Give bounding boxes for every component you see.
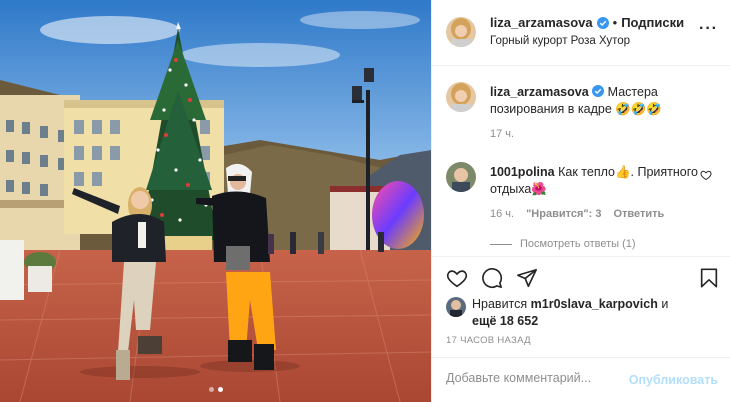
separator-dot: • (612, 15, 618, 30)
comment-meta: 16 ч. "Нравится": 3 Ответить (490, 208, 664, 220)
send-icon[interactable] (516, 267, 538, 289)
following-button[interactable]: Подписки (621, 15, 684, 30)
verified-badge-icon (592, 85, 605, 97)
add-comment-bar: Опубликовать (432, 357, 730, 402)
comment-like-heart-icon[interactable] (700, 169, 712, 181)
post-image (0, 0, 431, 402)
reply-button[interactable]: Ответить (613, 208, 664, 220)
comment-time[interactable]: 16 ч. (490, 208, 514, 220)
post-header: liza_arzamasova • Подписки Горный курорт… (432, 0, 730, 66)
caption-body: liza_arzamasova Мастера позирования в ка… (490, 84, 716, 118)
instagram-post: liza_arzamasova • Подписки Горный курорт… (0, 0, 730, 402)
comment-input[interactable] (446, 371, 626, 385)
likes-and: и (661, 297, 669, 311)
likes-prefix: Нравится (472, 297, 528, 311)
comment-body: 1001polina Как тепло👍. Приятного отдыха🌺 (490, 164, 716, 198)
comment-likes[interactable]: "Нравится": 3 (526, 208, 601, 220)
more-horizontal-icon[interactable]: ··· (699, 21, 718, 37)
caption-meta: 17 ч. (490, 128, 514, 140)
author-username[interactable]: liza_arzamasova (490, 15, 593, 30)
verified-badge-icon (596, 16, 609, 29)
action-icons (446, 267, 538, 289)
comment-icon[interactable] (481, 267, 503, 289)
caption-time[interactable]: 17 ч. (490, 128, 514, 140)
view-replies-label[interactable]: Посмотреть ответы (1) (520, 238, 636, 250)
replies-line (490, 243, 512, 245)
post-location[interactable]: Горный курорт Роза Хутор (490, 35, 630, 47)
likes-count-button[interactable]: ещё 18 652 (472, 314, 538, 328)
liker-avatar[interactable] (446, 297, 466, 317)
heart-icon[interactable] (446, 267, 468, 289)
commenter-avatar[interactable] (446, 162, 476, 192)
carousel-dot-active[interactable] (217, 387, 223, 392)
post-timestamp[interactable]: 17 ЧАСОВ НАЗАД (446, 335, 531, 346)
carousel-indicator (0, 387, 431, 392)
post-actions: Нравится m1r0slava_karpovich и ещё 18 65… (432, 256, 730, 402)
post-side-panel: liza_arzamasova • Подписки Горный курорт… (432, 0, 730, 402)
comments-section: liza_arzamasova Мастера позирования в ка… (432, 66, 730, 256)
liker-username[interactable]: m1r0slava_karpovich (531, 297, 658, 311)
likes-text: Нравится m1r0slava_karpovich и ещё 18 65… (472, 296, 722, 330)
bookmark-icon[interactable] (698, 267, 720, 289)
caption-author-avatar[interactable] (446, 82, 476, 112)
caption-username[interactable]: liza_arzamasova (490, 85, 589, 99)
view-replies[interactable]: Посмотреть ответы (1) (490, 238, 636, 250)
author-line: liza_arzamasova • Подписки (490, 15, 684, 30)
author-avatar[interactable] (446, 17, 476, 47)
comment-username[interactable]: 1001polina (490, 165, 555, 179)
carousel-dot[interactable] (208, 387, 214, 392)
post-photo[interactable] (0, 0, 432, 402)
publish-button[interactable]: Опубликовать (629, 373, 718, 387)
